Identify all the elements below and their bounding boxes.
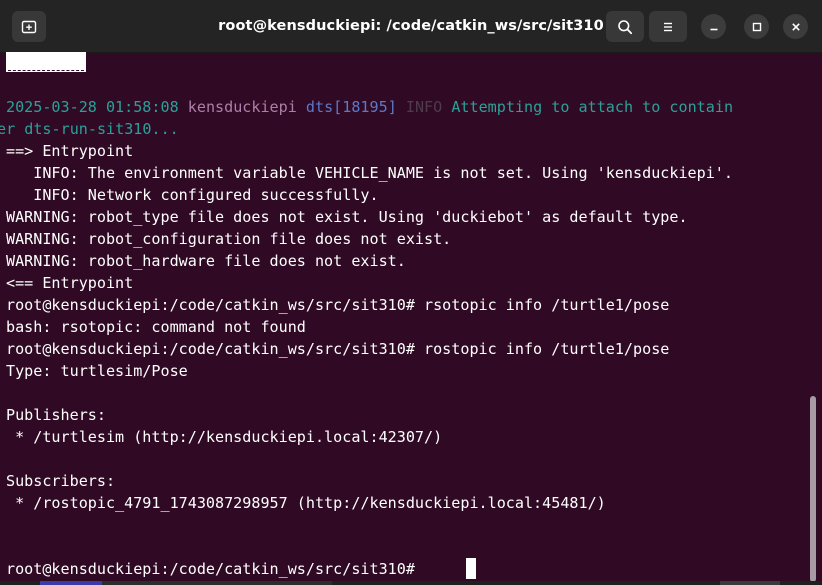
log-wrap-line: er dts-run-sit310... [0,120,179,138]
maximize-button[interactable] [744,14,769,39]
terminal-line: * /rostopic_4791_1743087298957 (http://k… [6,494,606,512]
log-message: Attempting to attach to contain [451,98,734,116]
search-icon [618,19,633,34]
log-line: 2025-03-28 01:58:08 kensduckiepi dts[181… [6,96,733,118]
menu-button[interactable] [649,11,687,42]
terminal-line: Publishers: [6,406,106,424]
hamburger-menu-icon [664,22,672,31]
new-tab-button[interactable] [12,11,46,42]
terminal-output[interactable]: 2025-03-28 01:58:08 kensduckiepi dts[181… [0,52,810,585]
log-level: INFO [405,98,443,116]
search-button[interactable] [606,11,644,42]
terminal-line: INFO: The environment variable VEHICLE_N… [6,164,733,182]
terminal-line: INFO: Network configured successfully. [6,186,379,204]
close-button[interactable] [783,14,808,39]
terminal-line: WARNING: robot_hardware file does not ex… [6,252,406,270]
minimize-button[interactable] [701,14,726,39]
log-timestamp: 2025-03-28 01:58:08 [6,98,179,116]
terminal-line: root@kensduckiepi:/code/catkin_ws/src/si… [6,296,670,314]
log-process: dts[18195] [305,98,397,116]
terminal-line: root@kensduckiepi:/code/catkin_ws/src/si… [6,340,670,358]
terminal-line: * /turtlesim (http://kensduckiepi.local:… [6,428,443,446]
scrollbar[interactable] [810,396,816,582]
terminal-line: WARNING: robot_configuration file does n… [6,230,452,248]
terminal-line: <== Entrypoint [6,274,134,292]
text-cursor [466,558,476,579]
terminal-line: bash: rsotopic: command not found [6,318,306,336]
minimize-icon [710,28,717,30]
terminal-line: ==> Entrypoint [6,142,134,160]
terminal-line: Subscribers: [6,472,116,490]
terminal-line: WARNING: robot_type file does not exist.… [6,208,688,226]
title-bar[interactable]: root@kensduckiepi: /code/catkin_ws/src/s… [0,0,822,53]
close-icon [791,22,800,31]
maximize-icon [752,22,761,31]
prompt-line: root@kensduckiepi:/code/catkin_ws/src/si… [6,560,425,578]
log-host: kensduckiepi [187,98,297,116]
terminal-window: root@kensduckiepi: /code/catkin_ws/src/s… [0,0,822,585]
new-tab-icon [21,20,37,33]
window-title: root@kensduckiepi: /code/catkin_ws/src/s… [218,18,604,34]
terminal-line: Type: turtlesim/Pose [6,362,188,380]
desktop-strip [0,581,822,585]
